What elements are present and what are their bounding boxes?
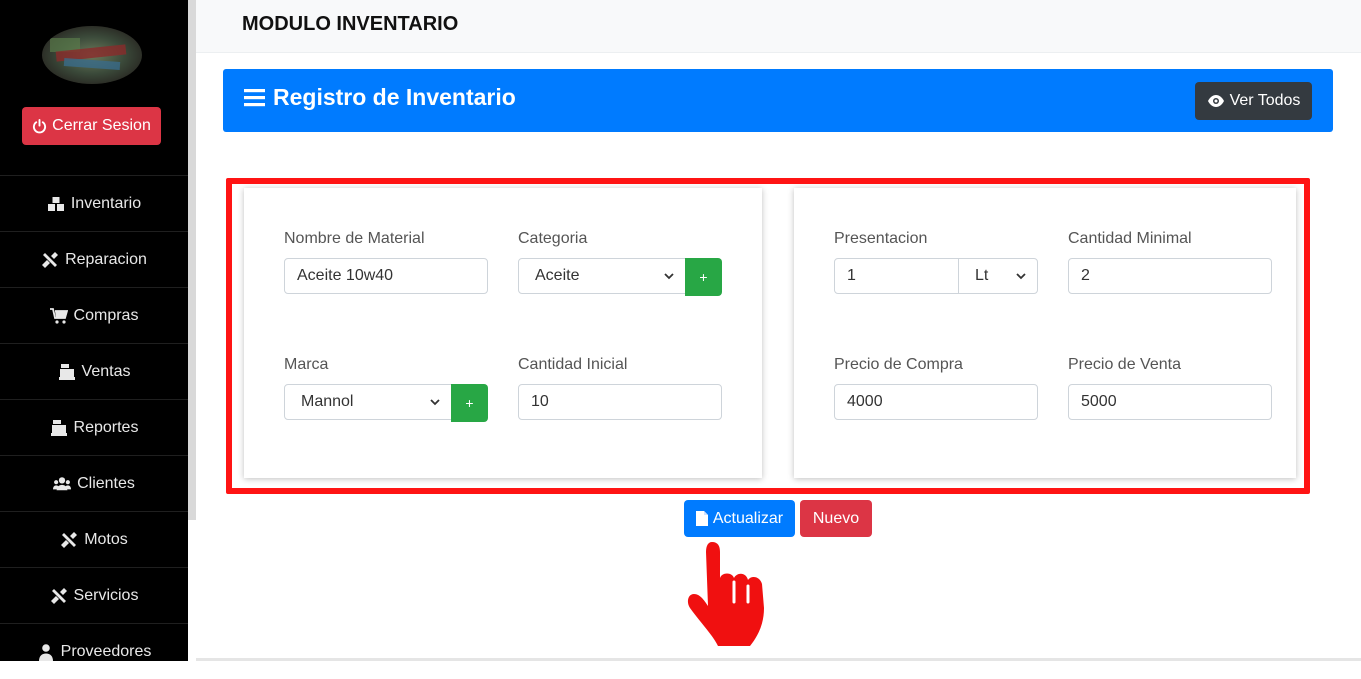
eye-icon — [1207, 95, 1224, 107]
sidebar-item-label: Reportes — [73, 418, 139, 436]
section-banner: Registro de Inventario Ver Todos — [223, 69, 1333, 132]
power-icon — [33, 118, 47, 133]
sidebar-item-compras[interactable]: Compras — [0, 287, 188, 343]
sidebar-item-servicios[interactable]: Servicios — [0, 567, 188, 623]
nuevo-button[interactable]: Nuevo — [800, 500, 872, 537]
top-bar: MODULO INVENTARIO — [196, 0, 1361, 53]
sidebar-item-proveedores[interactable]: Proveedores — [0, 623, 188, 679]
sidebar-item-label: Proveedores — [60, 642, 152, 660]
sidebar: Cerrar Sesion Inventario Reparacion Comp… — [0, 0, 188, 661]
sidebar-item-clientes[interactable]: Clientes — [0, 455, 188, 511]
sidebar-item-label: Reparacion — [65, 250, 147, 268]
logout-button[interactable]: Cerrar Sesion — [22, 107, 161, 145]
cash-register-icon — [58, 363, 75, 380]
actualizar-button[interactable]: Actualizar — [684, 500, 795, 537]
pointing-hand-icon — [687, 542, 764, 646]
sidebar-item-reparacion[interactable]: Reparacion — [0, 231, 188, 287]
sidebar-item-label: Motos — [84, 530, 128, 548]
cash-register-icon — [50, 419, 67, 436]
sidebar-nav: Inventario Reparacion Compras Ventas Rep… — [0, 175, 188, 679]
bars-icon — [244, 89, 265, 107]
highlight-frame — [226, 178, 1310, 494]
sidebar-item-ventas[interactable]: Ventas — [0, 343, 188, 399]
boxes-icon — [47, 196, 64, 211]
tools-icon — [61, 531, 78, 548]
banner-title: Registro de Inventario — [244, 84, 516, 111]
sidebar-item-label: Servicios — [73, 586, 139, 604]
sidebar-item-inventario[interactable]: Inventario — [0, 175, 188, 231]
cart-icon — [49, 307, 68, 324]
logout-label: Cerrar Sesion — [52, 117, 151, 134]
tools-icon — [50, 587, 67, 604]
file-icon — [695, 511, 708, 526]
logo-image — [42, 26, 142, 84]
user-tie-icon — [38, 643, 53, 661]
actualizar-label: Actualizar — [712, 509, 784, 527]
page-title: MODULO INVENTARIO — [242, 13, 459, 35]
banner-title-text: Registro de Inventario — [273, 84, 516, 110]
ver-todos-label: Ver Todos — [1229, 92, 1301, 109]
sidebar-item-label: Inventario — [70, 194, 142, 212]
ver-todos-button[interactable]: Ver Todos — [1195, 82, 1312, 120]
tools-icon — [42, 251, 59, 268]
users-icon — [53, 476, 72, 490]
sidebar-item-label: Ventas — [81, 362, 131, 380]
sidebar-item-label: Compras — [73, 306, 139, 324]
sidebar-item-motos[interactable]: Motos — [0, 511, 188, 567]
sidebar-item-label: Clientes — [77, 474, 135, 492]
sidebar-scrollbar[interactable] — [188, 0, 196, 520]
sidebar-item-reportes[interactable]: Reportes — [0, 399, 188, 455]
